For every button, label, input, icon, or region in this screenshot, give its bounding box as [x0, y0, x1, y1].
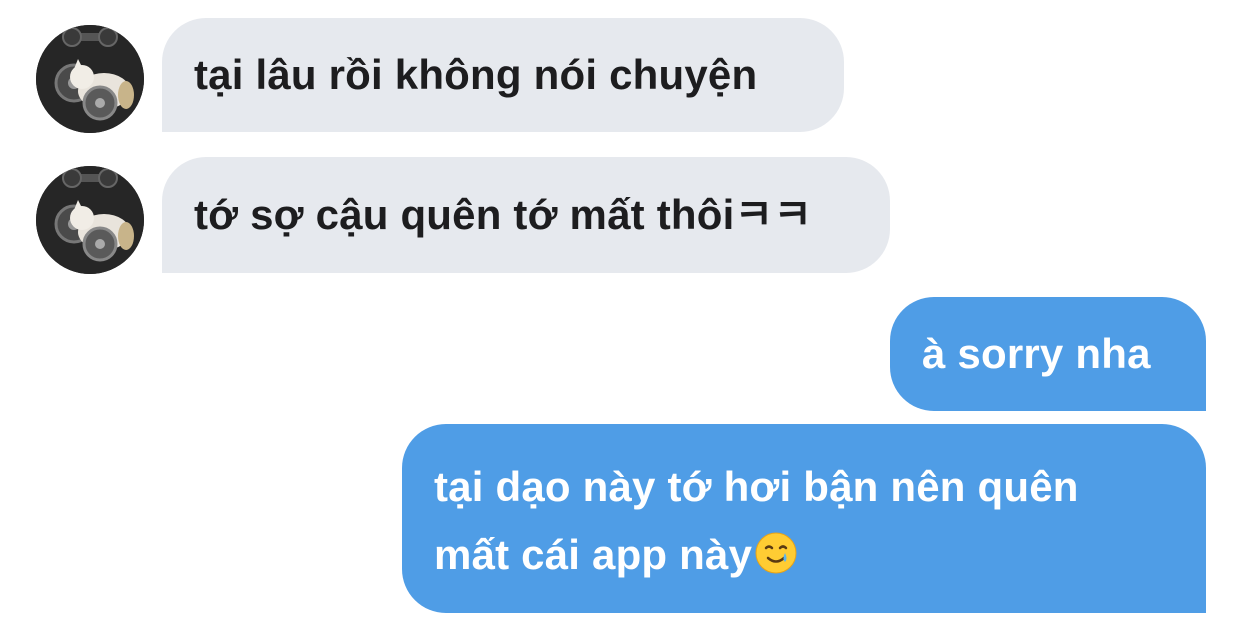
message-bubble-incoming[interactable]: tớ sợ cậu quên tớ mất thôiㅋㅋ [162, 157, 890, 273]
message-text-line-2-text: mất cái app này [434, 531, 753, 578]
message-bubble-outgoing[interactable]: à sorry nha [890, 297, 1206, 411]
message-text-line-1: tại dạo này tớ hơi bận nên quên [434, 463, 1079, 510]
avatar[interactable] [36, 25, 144, 133]
message-text-line-2: mất cái app này [434, 521, 1174, 589]
message-text: tại lâu rồi không nói chuyện [194, 51, 758, 98]
message-text: tớ sợ cậu quên tớ mất thôiㅋㅋ [194, 191, 813, 238]
cat-avatar-icon [36, 25, 144, 133]
message-text: à sorry nha [922, 330, 1151, 377]
message-bubble-outgoing[interactable]: tại dạo này tớ hơi bận nên quên mất cái … [402, 424, 1206, 613]
message-bubble-incoming[interactable]: tại lâu rồi không nói chuyện [162, 18, 844, 132]
avatar[interactable] [36, 166, 144, 274]
smiling-face-with-tear-icon [754, 527, 798, 574]
cat-avatar-icon [36, 166, 144, 274]
